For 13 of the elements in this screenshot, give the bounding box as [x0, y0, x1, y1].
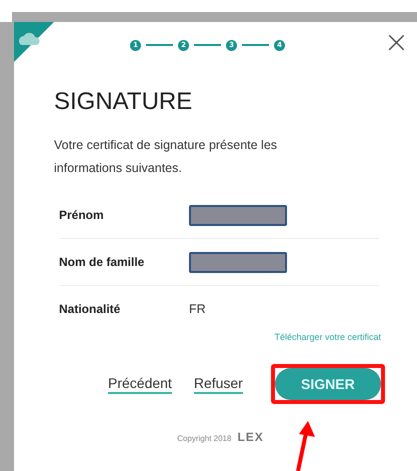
- field-value: FR: [189, 302, 206, 316]
- intro-text: Votre certificat de signature présente les informations suivantes.: [54, 137, 278, 177]
- copyright-text: Copyright 2018: [177, 434, 232, 443]
- close-button[interactable]: ×: [384, 28, 409, 58]
- logo: LEX: [237, 430, 264, 444]
- field-label: Prénom: [59, 208, 105, 222]
- previous-link[interactable]: Précédent: [108, 374, 172, 394]
- cloud-icon: [14, 22, 54, 62]
- dialog-title: SIGNATURE: [54, 88, 194, 116]
- arrow-annotation: [294, 421, 316, 471]
- field-label: Nationalité: [59, 302, 122, 316]
- refuse-link[interactable]: Refuser: [194, 374, 243, 394]
- field-label: Nom de famille: [59, 255, 146, 269]
